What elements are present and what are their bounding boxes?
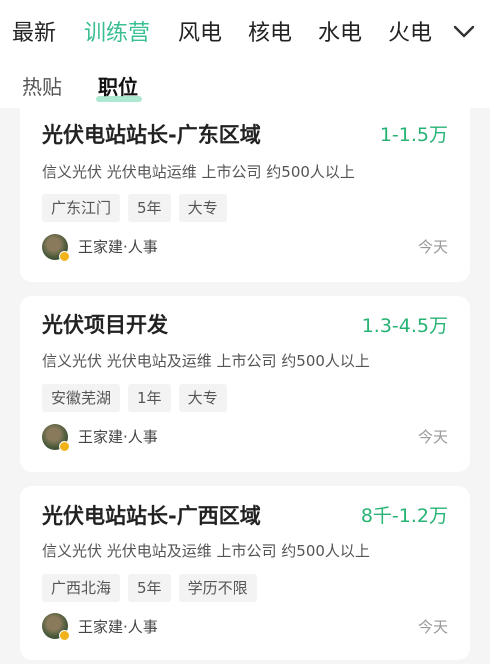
- job-card[interactable]: 光伏项目开发 1.3-4.5万 信义光伏 光伏电站及运维 上市公司 约500人以…: [20, 296, 470, 472]
- verified-badge-icon: [59, 630, 70, 641]
- tag-location: 广西北海: [42, 574, 121, 602]
- verified-badge-icon: [59, 441, 70, 452]
- tag-education: 学历不限: [178, 574, 257, 602]
- tag-experience: 5年: [128, 194, 171, 222]
- job-salary: 8千-1.2万: [360, 505, 448, 527]
- job-title: 光伏电站站长-广东区域: [42, 123, 261, 147]
- job-salary: 1-1.5万: [379, 124, 448, 146]
- job-title: 光伏电站站长-广西区域: [42, 504, 261, 528]
- job-card[interactable]: 光伏电站站长-广西区域 8千-1.2万 信义光伏 光伏电站及运维 上市公司 约5…: [20, 486, 470, 660]
- job-tags: 广西北海 5年 学历不限: [42, 574, 257, 602]
- header: 最新 训练营 风电 核电 水电 火电 热贴 职位: [0, 0, 490, 108]
- tag-experience: 5年: [128, 574, 171, 602]
- chevron-down-icon[interactable]: [452, 22, 476, 42]
- post-time: 今天: [417, 238, 448, 256]
- job-tags: 安徽芜湖 1年 大专: [42, 384, 227, 412]
- company-info: 信义光伏 光伏电站及运维 上市公司 约500人以上: [42, 542, 370, 560]
- tab-latest[interactable]: 最新: [12, 18, 56, 50]
- tab-nuclear-power[interactable]: 核电: [248, 18, 292, 50]
- avatar: [42, 234, 70, 262]
- tab-training-camp[interactable]: 训练营: [84, 18, 150, 50]
- company-info: 信义光伏 光伏电站运维 上市公司 约500人以上: [42, 163, 355, 181]
- verified-badge-icon: [59, 251, 70, 262]
- tab-thermal-power[interactable]: 火电: [388, 18, 432, 50]
- recruiter-name: 王家建·人事: [78, 428, 158, 446]
- post-time: 今天: [417, 428, 448, 446]
- avatar: [42, 613, 70, 641]
- tab-hydro-power[interactable]: 水电: [318, 18, 362, 50]
- recruiter-name: 王家建·人事: [78, 238, 158, 256]
- tag-education: 大专: [178, 384, 227, 412]
- job-card[interactable]: 光伏电站站长-广东区域 1-1.5万 信义光伏 光伏电站运维 上市公司 约500…: [20, 108, 470, 282]
- tab-wind-power[interactable]: 风电: [178, 18, 222, 50]
- sub-tabs: 热贴 职位: [0, 70, 490, 108]
- tag-experience: 1年: [128, 384, 171, 412]
- company-info: 信义光伏 光伏电站及运维 上市公司 约500人以上: [42, 352, 370, 370]
- tag-location: 安徽芜湖: [42, 384, 121, 412]
- job-salary: 1.3-4.5万: [361, 315, 448, 337]
- subtab-hot-posts[interactable]: 热贴: [22, 72, 62, 102]
- job-tags: 广东江门 5年 大专: [42, 194, 227, 222]
- tag-location: 广东江门: [42, 194, 121, 222]
- post-time: 今天: [417, 618, 448, 636]
- category-tabs: 最新 训练营 风电 核电 水电 火电: [0, 0, 490, 70]
- avatar: [42, 424, 70, 452]
- subtab-jobs[interactable]: 职位: [98, 72, 138, 102]
- recruiter-name: 王家建·人事: [78, 618, 158, 636]
- job-title: 光伏项目开发: [42, 313, 168, 337]
- tag-education: 大专: [178, 194, 227, 222]
